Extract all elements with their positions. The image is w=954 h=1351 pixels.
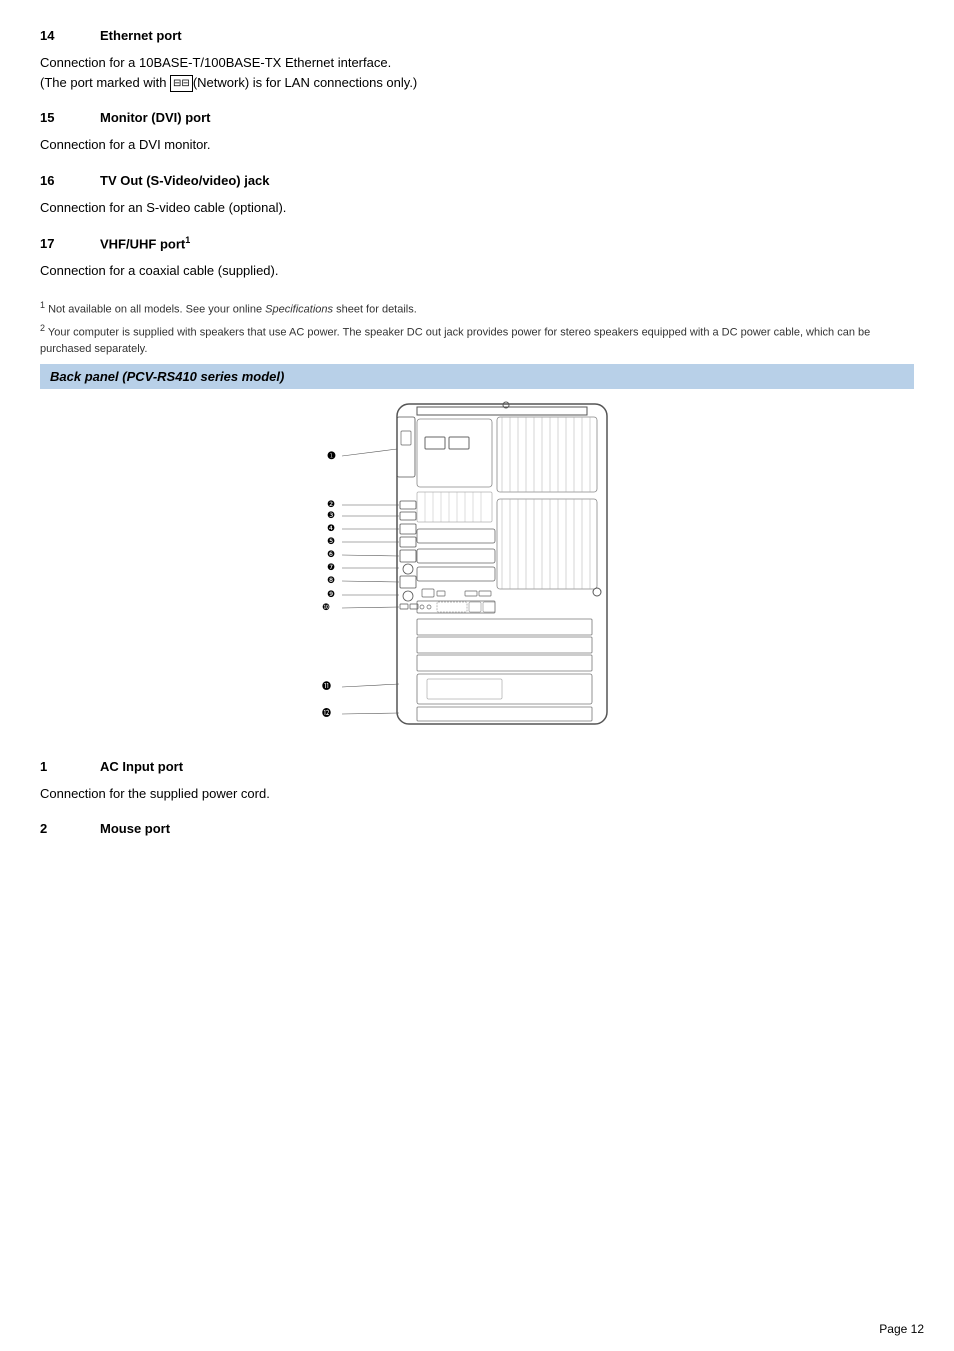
- section-15-title: Monitor (DVI) port: [100, 110, 210, 125]
- section-16-title: TV Out (S-Video/video) jack: [100, 173, 270, 188]
- footnote-2-num: 2: [40, 323, 45, 333]
- section-ac-body: Connection for the supplied power cord.: [40, 784, 914, 804]
- diagram-svg: ❶ ❷ ❸ ❹ ❺ ❻ ❼ ❽ ❾ ❿ ⓫: [317, 399, 637, 739]
- svg-text:❿: ❿: [322, 602, 330, 612]
- section-mouse: 2 Mouse port: [40, 821, 914, 836]
- svg-text:⓫: ⓫: [322, 681, 331, 691]
- section-17-number: 17: [40, 236, 100, 251]
- diagram-container: ❶ ❷ ❸ ❹ ❺ ❻ ❼ ❽ ❾ ❿ ⓫: [40, 399, 914, 739]
- section-14-body: Connection for a 10BASE-T/100BASE-TX Eth…: [40, 53, 914, 92]
- section-mouse-header: 2 Mouse port: [40, 821, 914, 836]
- section-15: 15 Monitor (DVI) port Connection for a D…: [40, 110, 914, 155]
- section-17: 17 VHF/UHF port1 Connection for a coaxia…: [40, 235, 914, 281]
- section-14-number: 14: [40, 28, 100, 43]
- section-ac-number: 1: [40, 759, 100, 774]
- footnote-2: 2 Your computer is supplied with speaker…: [40, 322, 914, 358]
- section-ac-input: 1 AC Input port Connection for the suppl…: [40, 759, 914, 804]
- svg-text:❼: ❼: [327, 562, 335, 572]
- network-icon: ⊟⊟: [170, 75, 193, 92]
- section-15-header: 15 Monitor (DVI) port: [40, 110, 914, 125]
- svg-text:❹: ❹: [327, 523, 335, 533]
- footnotes: 1 Not available on all models. See your …: [40, 299, 914, 358]
- section-17-line1: Connection for a coaxial cable (supplied…: [40, 261, 914, 281]
- svg-text:❷: ❷: [327, 499, 335, 509]
- section-14-title: Ethernet port: [100, 28, 182, 43]
- svg-text:❽: ❽: [327, 575, 335, 585]
- page-number: Page 12: [879, 1322, 924, 1336]
- footnote-2-text: Your computer is supplied with speakers …: [40, 327, 870, 356]
- section-17-header: 17 VHF/UHF port1: [40, 235, 914, 251]
- section-14: 14 Ethernet port Connection for a 10BASE…: [40, 28, 914, 92]
- section-16-line1: Connection for an S-video cable (optiona…: [40, 198, 914, 218]
- footnote-1: 1 Not available on all models. See your …: [40, 299, 914, 318]
- section-17-sup: 1: [185, 235, 190, 245]
- svg-text:❸: ❸: [327, 510, 335, 520]
- section-16-body: Connection for an S-video cable (optiona…: [40, 198, 914, 218]
- section-16: 16 TV Out (S-Video/video) jack Connectio…: [40, 173, 914, 218]
- section-15-number: 15: [40, 110, 100, 125]
- section-14-line2: (The port marked with ⊟⊟(Network) is for…: [40, 73, 914, 93]
- section-17-title: VHF/UHF port1: [100, 235, 190, 251]
- section-14-header: 14 Ethernet port: [40, 28, 914, 43]
- section-15-line1: Connection for a DVI monitor.: [40, 135, 914, 155]
- section-ac-line: Connection for the supplied power cord.: [40, 784, 914, 804]
- back-panel-diagram: ❶ ❷ ❸ ❹ ❺ ❻ ❼ ❽ ❾ ❿ ⓫: [317, 399, 637, 739]
- section-17-body: Connection for a coaxial cable (supplied…: [40, 261, 914, 281]
- section-mouse-title: Mouse port: [100, 821, 170, 836]
- svg-text:❻: ❻: [327, 549, 335, 559]
- footnote-1-text: Not available on all models. See your on…: [48, 303, 417, 315]
- back-panel-header: Back panel (PCV-RS410 series model): [40, 364, 914, 389]
- svg-text:❶: ❶: [327, 451, 336, 462]
- section-14-line1: Connection for a 10BASE-T/100BASE-TX Eth…: [40, 53, 914, 73]
- svg-text:❺: ❺: [327, 536, 335, 546]
- svg-text:❾: ❾: [327, 589, 335, 599]
- section-16-number: 16: [40, 173, 100, 188]
- section-ac-title: AC Input port: [100, 759, 183, 774]
- section-15-body: Connection for a DVI monitor.: [40, 135, 914, 155]
- footnote-1-num: 1: [40, 300, 45, 310]
- svg-text:⓬: ⓬: [322, 708, 331, 718]
- section-mouse-number: 2: [40, 821, 100, 836]
- section-16-header: 16 TV Out (S-Video/video) jack: [40, 173, 914, 188]
- section-ac-header: 1 AC Input port: [40, 759, 914, 774]
